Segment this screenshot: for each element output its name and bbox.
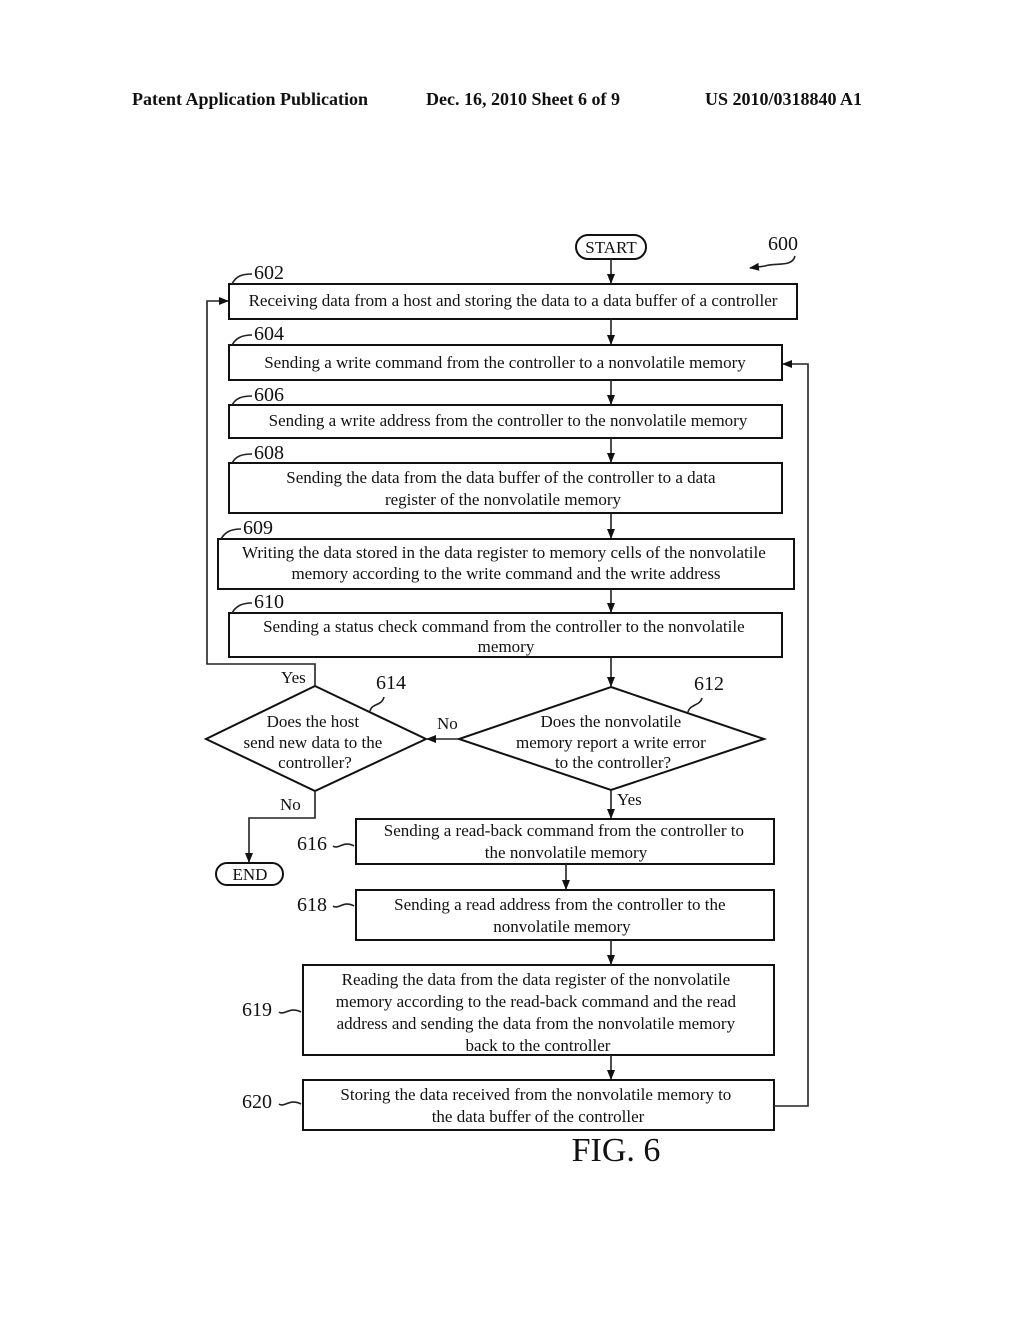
- ref-612: 612: [694, 673, 724, 695]
- decision-612: Does the nonvolatile memory report a wri…: [455, 673, 768, 792]
- label-614-yes: Yes: [281, 668, 306, 687]
- step-606-text: Sending a write address from the control…: [269, 411, 748, 430]
- start-terminal: START: [575, 234, 647, 260]
- flowchart: START 600 Receiving data from a host and…: [203, 233, 809, 1169]
- step-609: Writing the data stored in the data regi…: [217, 538, 795, 590]
- ref-604: 604: [254, 323, 284, 345]
- ref-619: 619: [242, 999, 272, 1021]
- step-602-text: Receiving data from a host and storing t…: [249, 291, 778, 310]
- ref-602: 602: [254, 262, 284, 284]
- step-608: Sending the data from the data buffer of…: [228, 462, 783, 514]
- ref-610: 610: [254, 591, 284, 613]
- start-label: START: [585, 238, 637, 257]
- diagram-ref-arrow: [749, 255, 796, 271]
- label-612-no: No: [437, 714, 458, 733]
- end-label: END: [233, 865, 268, 884]
- step-606: Sending a write address from the control…: [228, 404, 783, 439]
- ref-620: 620: [242, 1091, 272, 1113]
- step-616: Sending a read-back command from the con…: [297, 818, 775, 865]
- step-618: Sending a read address from the controll…: [297, 889, 775, 941]
- step-620: Storing the data received from the nonvo…: [242, 1079, 775, 1131]
- step-619: Reading the data from the data register …: [242, 964, 775, 1056]
- label-612-yes: Yes: [617, 790, 642, 809]
- ref-618: 618: [297, 894, 327, 916]
- step-602: Receiving data from a host and storing t…: [228, 283, 798, 320]
- ref-606: 606: [254, 384, 284, 406]
- step-604-text: Sending a write command from the control…: [264, 353, 746, 372]
- end-terminal: END: [215, 862, 284, 886]
- ref-609: 609: [243, 517, 273, 539]
- ref-614: 614: [376, 672, 406, 694]
- diagram-ref: 600: [768, 233, 798, 255]
- step-604: Sending a write command from the control…: [228, 344, 783, 381]
- ref-608: 608: [254, 442, 284, 464]
- ref-616: 616: [297, 833, 327, 855]
- label-614-no: No: [280, 795, 301, 814]
- figure-label: FIG. 6: [572, 1132, 661, 1169]
- decision-614: Does the host send new data to the contr…: [203, 672, 429, 793]
- step-610: Sending a status check command from the …: [228, 612, 783, 658]
